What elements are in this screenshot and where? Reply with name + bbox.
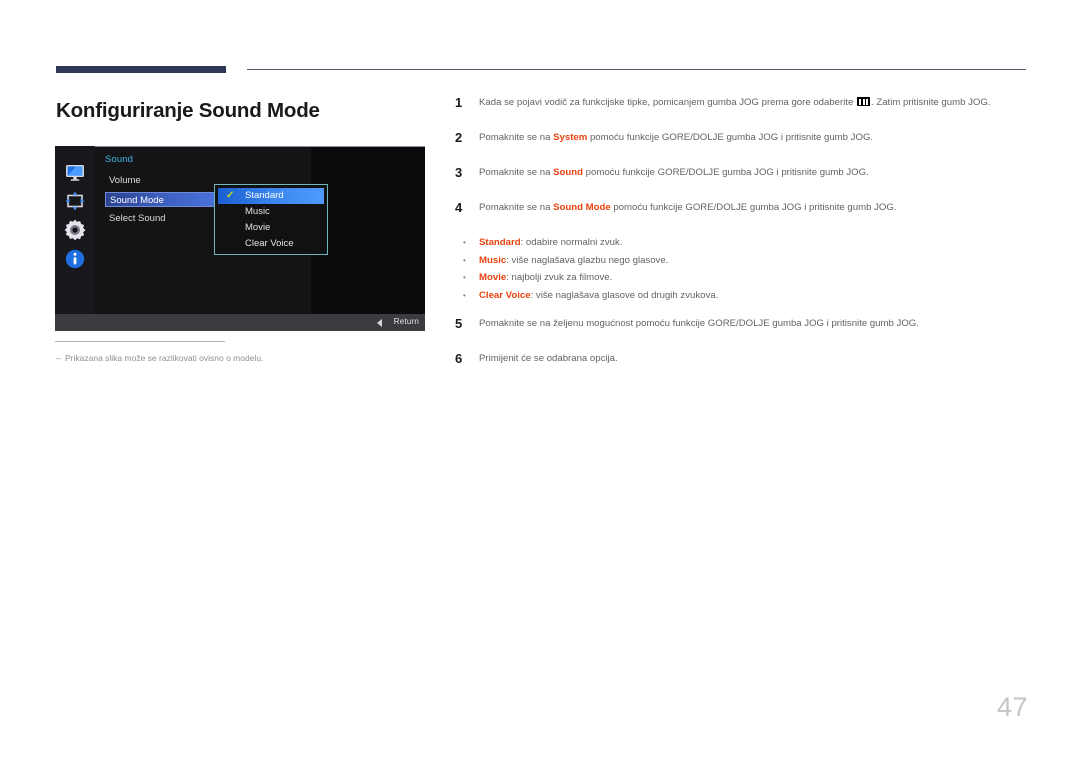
step-text-before: Pomaknite se na bbox=[479, 202, 554, 213]
step-keyword: Sound Mode bbox=[553, 202, 611, 213]
osd-bottom-bar: Return bbox=[55, 314, 425, 331]
bullet-standard: Standard: odabire normalni zvuk. bbox=[455, 234, 1035, 252]
step-2: 2 Pomaknite se na System pomoću funkcije… bbox=[455, 130, 1035, 149]
gear-icon[interactable] bbox=[63, 218, 87, 242]
bullet-text: : najbolji zvuk za filmove. bbox=[506, 272, 613, 283]
steps-list: 1 Kada se pojavi vodič za funkcijske tip… bbox=[455, 95, 1035, 387]
osd-option-movie[interactable]: Movie bbox=[218, 220, 324, 236]
osd-return-label[interactable]: Return bbox=[394, 317, 419, 326]
osd-menu-title: Sound bbox=[105, 154, 133, 165]
step-4: 4 Pomaknite se na Sound Mode pomoću funk… bbox=[455, 200, 1035, 219]
bullet-text: : odabire normalni zvuk. bbox=[520, 237, 623, 248]
step-text-before: Kada se pojavi vodič za funkcijske tipke… bbox=[479, 97, 854, 108]
step-text-after: . Zatim pritisnite gumb JOG. bbox=[871, 97, 991, 108]
osd-item-sound-mode[interactable]: Sound Mode bbox=[105, 192, 223, 207]
step-text: Pomaknite se na Sound Mode pomoću funkci… bbox=[479, 201, 1035, 215]
osd-option-label: Clear Voice bbox=[245, 238, 294, 249]
bullet-text: : više naglašava glazbu nego glasove. bbox=[506, 254, 669, 266]
bullet-keyword: Movie bbox=[479, 272, 507, 283]
image-caption: – Prikazana slika može se razlikovati ovi… bbox=[56, 353, 263, 363]
menu-icon bbox=[857, 97, 871, 106]
step-5: 5 Pomaknite se na željenu mogućnost pomo… bbox=[455, 316, 1035, 335]
sound-mode-bullets: Standard: odabire normalni zvuk. Music: … bbox=[455, 234, 1035, 304]
osd-option-standard[interactable]: ✓ Standard bbox=[218, 188, 324, 204]
caption-dash: – bbox=[56, 353, 61, 363]
step-6: 6 Primijenit će se odabrana opcija. bbox=[455, 351, 1035, 370]
step-text-after: pomoću funkcije GORE/DOLJE gumba JOG i p… bbox=[610, 202, 897, 213]
step-text: Primijenit će se odabrana opcija. bbox=[479, 353, 618, 364]
step-keyword: Sound bbox=[553, 167, 583, 178]
step-text: Kada se pojavi vodič za funkcijske tipke… bbox=[479, 96, 1035, 110]
step-number: 6 bbox=[455, 351, 463, 366]
step-number: 1 bbox=[455, 95, 463, 110]
caption-text: Prikazana slika može se razlikovati ovis… bbox=[65, 353, 264, 363]
step-text-after: pomoću funkcije GORE/DOLJE gumba JOG i p… bbox=[587, 132, 874, 143]
step-number: 5 bbox=[455, 316, 463, 331]
page-number: 47 bbox=[996, 692, 1028, 722]
header-rule-thick bbox=[56, 66, 226, 73]
osd-option-label: Music bbox=[245, 206, 270, 217]
bullet-music: Music: više naglašava glazbu nego glasov… bbox=[455, 252, 1035, 270]
bullet-keyword: Clear Voice bbox=[479, 289, 531, 301]
osd-dropdown-sound-mode: ✓ Standard Music Movie Clear Voice bbox=[214, 184, 328, 255]
bullet-keyword: Music bbox=[479, 254, 507, 266]
step-text: Pomaknite se na System pomoću funkcije G… bbox=[479, 131, 1035, 145]
step-number: 4 bbox=[455, 200, 463, 215]
osd-option-label: Movie bbox=[245, 222, 271, 233]
step-keyword: System bbox=[553, 132, 588, 143]
osd-item-volume[interactable]: Volume bbox=[105, 173, 223, 188]
step-1: 1 Kada se pojavi vodič za funkcijske tip… bbox=[455, 95, 1035, 114]
caption-rule bbox=[55, 341, 225, 342]
osd-sidebar bbox=[55, 146, 95, 314]
step-3: 3 Pomaknite se na Sound pomoću funkcije … bbox=[455, 165, 1035, 184]
osd-option-clear-voice[interactable]: Clear Voice bbox=[218, 236, 324, 252]
return-arrow-icon[interactable] bbox=[377, 319, 382, 327]
osd-right-panel bbox=[311, 146, 425, 315]
step-number: 3 bbox=[455, 165, 463, 180]
bullet-movie: Movie: najbolji zvuk za filmove. bbox=[455, 269, 1035, 287]
step-text: Pomaknite se na Sound pomoću funkcije GO… bbox=[479, 166, 1035, 180]
page-title: Konfiguriranje Sound Mode bbox=[56, 99, 320, 122]
step-text: Pomaknite se na željenu mogućnost pomoću… bbox=[479, 318, 919, 329]
bullet-text: : više naglašava glasove od drugih zvuko… bbox=[530, 289, 719, 301]
osd-option-label: Standard bbox=[245, 190, 284, 201]
step-text-before: Pomaknite se na bbox=[479, 132, 554, 143]
display-icon[interactable] bbox=[63, 160, 87, 184]
osd-option-music[interactable]: Music bbox=[218, 204, 324, 220]
osd-screenshot: Sound Volume Sound Mode Select Sound ✓ S… bbox=[55, 146, 425, 331]
step-number: 2 bbox=[455, 130, 463, 145]
bullet-keyword: Standard bbox=[479, 237, 521, 248]
bullet-clear-voice: Clear Voice: više naglašava glasove od d… bbox=[455, 287, 1035, 305]
osd-item-select-sound[interactable]: Select Sound bbox=[105, 211, 223, 226]
info-icon[interactable] bbox=[63, 247, 87, 271]
header-rule-thin bbox=[247, 69, 1026, 70]
step-text-before: Pomaknite se na bbox=[479, 167, 554, 178]
check-icon: ✓ bbox=[226, 190, 235, 201]
step-text-after: pomoću funkcije GORE/DOLJE gumba JOG i p… bbox=[582, 167, 869, 178]
resize-icon[interactable] bbox=[63, 189, 87, 213]
